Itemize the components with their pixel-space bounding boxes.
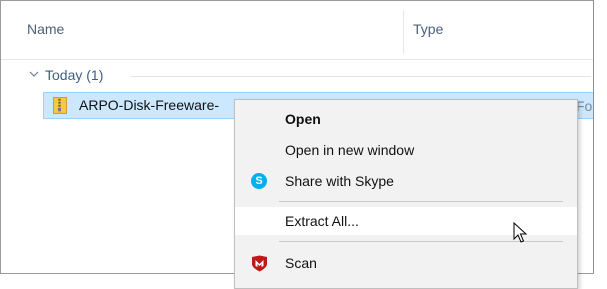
menu-item-open-new-window[interactable]: Open in new window <box>235 136 577 164</box>
menu-item-label: Share with Skype <box>285 173 394 189</box>
column-header-name[interactable]: Name <box>27 21 64 37</box>
menu-separator <box>279 201 563 202</box>
column-divider[interactable] <box>403 10 404 54</box>
menu-item-label: Open in new window <box>285 142 415 158</box>
group-label: Today (1) <box>45 67 104 83</box>
group-header-today[interactable]: Today (1) <box>29 65 103 85</box>
column-header-bar: Name Type <box>1 1 593 60</box>
menu-item-share-skype[interactable]: S Share with Skype <box>235 167 577 195</box>
file-type: Fol <box>576 98 594 114</box>
menu-item-label: Extract All... <box>285 213 359 229</box>
chevron-down-icon[interactable] <box>29 69 39 79</box>
context-menu: Open Open in new window S Share with Sky… <box>234 99 578 289</box>
column-header-type[interactable]: Type <box>413 21 443 37</box>
mcafee-shield-icon <box>252 255 267 272</box>
zip-folder-icon <box>53 97 67 114</box>
mouse-pointer-icon <box>513 222 528 243</box>
menu-item-scan[interactable]: Scan <box>235 249 577 277</box>
skype-icon: S <box>251 173 267 189</box>
menu-item-open[interactable]: Open <box>235 105 577 133</box>
group-divider <box>131 76 591 77</box>
menu-item-label: Scan <box>285 255 317 271</box>
menu-item-label: Open <box>285 111 321 127</box>
file-name: ARPO-Disk-Freeware- <box>79 97 220 113</box>
